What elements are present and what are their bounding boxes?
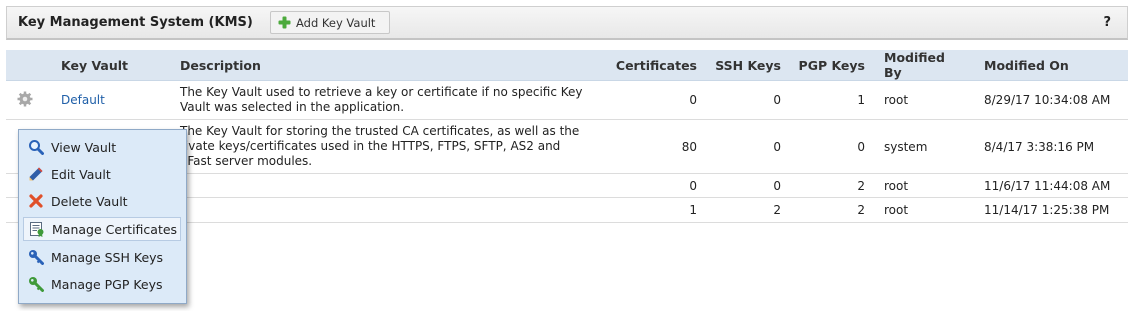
pgp-keys-count: 0	[781, 119, 865, 174]
col-description[interactable]: Description	[180, 50, 590, 81]
menu-item-label: Delete Vault	[51, 193, 128, 209]
col-modified-on[interactable]: Modified On	[960, 50, 1128, 81]
plus-icon	[278, 16, 291, 29]
modified-by: root	[865, 173, 960, 198]
gear-icon[interactable]	[17, 91, 33, 107]
ssh-keys-count[interactable]: 0	[697, 119, 781, 174]
modified-on: 11/6/17 11:44:08 AM	[960, 173, 1128, 198]
vault-description: The Key Vault used to retrieve a key or …	[180, 80, 590, 120]
page-title: Key Management System (KMS)	[18, 15, 253, 30]
certificates-count[interactable]: 0	[590, 80, 697, 120]
col-modified-by[interactable]: Modified By	[865, 50, 960, 81]
pgp-keys-count[interactable]: 1	[781, 80, 865, 120]
row-actions[interactable]	[6, 80, 50, 120]
col-ssh-keys[interactable]: SSH Keys	[697, 50, 781, 81]
menu-item-delete-vault[interactable]: Delete Vault	[23, 189, 181, 213]
certificates-count[interactable]: 0	[590, 173, 697, 198]
menu-item-label: Manage Certificates	[52, 221, 178, 237]
menu-item-edit-vault[interactable]: Edit Vault	[23, 162, 181, 186]
col-pgp-keys[interactable]: PGP Keys	[781, 50, 865, 81]
table-header-row: Key Vault Description Certificates SSH K…	[6, 50, 1128, 81]
certificate-icon	[29, 221, 45, 237]
pgp-keys-count[interactable]: 2	[781, 173, 865, 198]
help-button[interactable]: ?	[1103, 15, 1111, 30]
ssh-keys-count[interactable]: 2	[697, 197, 781, 223]
ssh-keys-count[interactable]: 0	[697, 173, 781, 198]
pencil-icon	[28, 166, 44, 182]
modified-by: root	[865, 80, 960, 120]
modified-by: system	[865, 119, 960, 174]
add-key-vault-button[interactable]: Add Key Vault	[270, 11, 390, 34]
ssh-keys-count[interactable]: 0	[697, 80, 781, 120]
menu-item-label: Manage SSH Keys	[51, 249, 164, 265]
menu-item-manage-certificates[interactable]: Manage Certificates	[23, 217, 181, 241]
pgp-keys-count[interactable]: 2	[781, 197, 865, 223]
col-actions	[6, 50, 50, 81]
col-certificates[interactable]: Certificates	[590, 50, 697, 81]
page-header: Key Management System (KMS) Add Key Vaul…	[6, 6, 1128, 40]
delete-x-icon	[28, 193, 44, 209]
green-key-icon	[28, 276, 44, 292]
menu-item-label: View Vault	[51, 139, 117, 155]
menu-item-label: Edit Vault	[51, 166, 111, 182]
menu-item-manage-ssh-keys[interactable]: Manage SSH Keys	[23, 245, 181, 269]
magnifier-icon	[28, 139, 44, 155]
menu-item-label: Manage PGP Keys	[51, 276, 163, 292]
col-key-vault[interactable]: Key Vault	[50, 50, 180, 81]
modified-by: root	[865, 197, 960, 223]
vault-description	[180, 173, 590, 198]
vault-description	[180, 197, 590, 223]
certificates-count[interactable]: 1	[590, 197, 697, 223]
add-key-vault-label: Add Key Vault	[296, 15, 376, 30]
vault-name-link[interactable]: Default	[61, 93, 105, 107]
modified-on: 8/29/17 10:34:08 AM	[960, 80, 1128, 120]
table-row[interactable]: Default The Key Vault used to retrieve a…	[6, 80, 1128, 120]
menu-item-manage-pgp-keys[interactable]: Manage PGP Keys	[23, 272, 181, 296]
certificates-count[interactable]: 80	[590, 119, 697, 174]
vault-description: The Key Vault for storing the trusted CA…	[180, 119, 590, 174]
vault-context-menu: View Vault Edit Vault Delete Vault Manag…	[18, 129, 187, 304]
modified-on: 8/4/17 3:38:16 PM	[960, 119, 1128, 174]
modified-on: 11/14/17 1:25:38 PM	[960, 197, 1128, 223]
blue-key-icon	[28, 249, 44, 265]
menu-item-view-vault[interactable]: View Vault	[23, 135, 181, 159]
